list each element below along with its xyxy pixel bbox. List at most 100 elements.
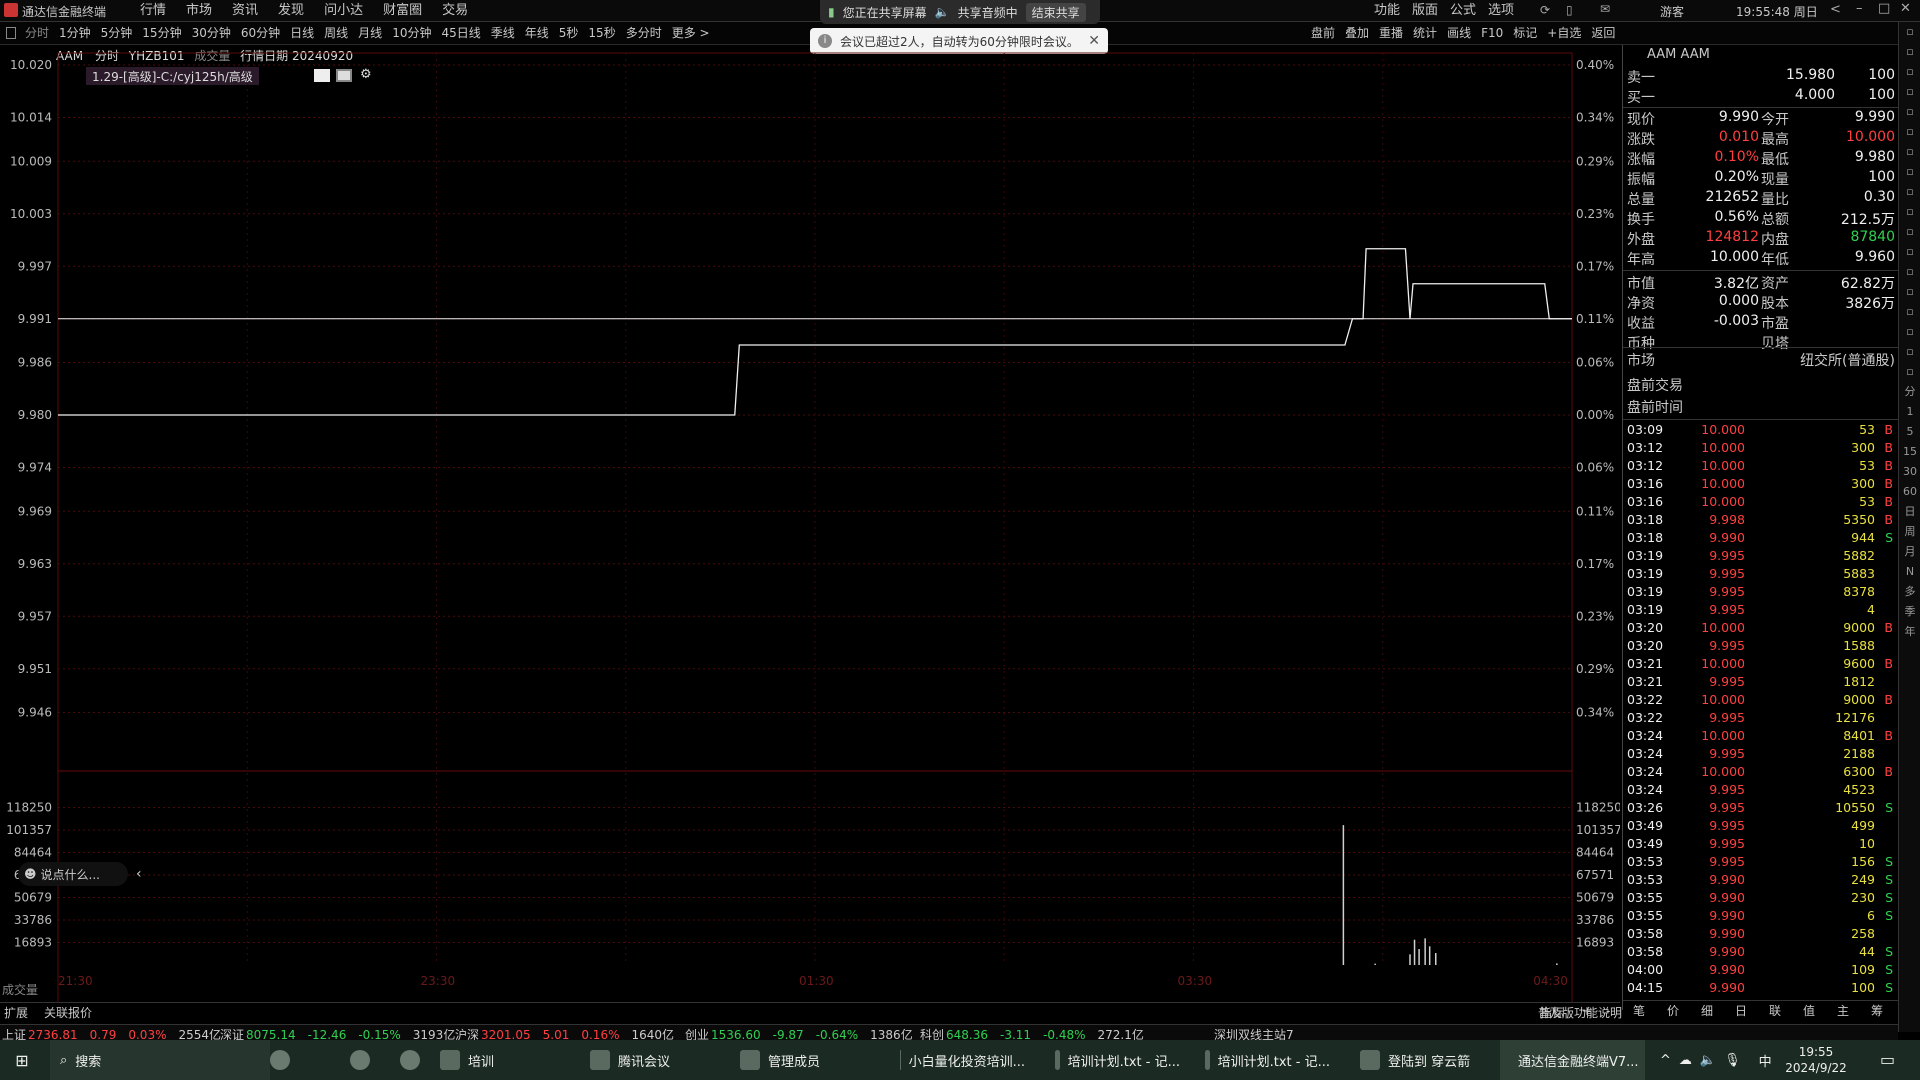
taskbar-app[interactable]: 培训: [430, 1040, 575, 1080]
back-arrow-icon[interactable]: <: [1830, 2, 1841, 17]
taskbar-app[interactable]: 培训计划.txt - 记...: [1045, 1040, 1190, 1080]
right-tab[interactable]: 日: [1735, 1002, 1747, 1019]
sidebar-tool-icon[interactable]: ▫: [1899, 102, 1920, 122]
right-tab[interactable]: 主: [1837, 1002, 1849, 1019]
tool-button[interactable]: 统计: [1408, 22, 1442, 45]
sidebar-period[interactable]: 5: [1899, 422, 1920, 442]
sidebar-tool-icon[interactable]: ▫: [1899, 42, 1920, 62]
period-tab[interactable]: 年线: [520, 22, 554, 45]
sidebar-period[interactable]: 15: [1899, 442, 1920, 462]
taskbar-app[interactable]: 通达信金融终端V7...: [1500, 1040, 1645, 1080]
minimize-icon[interactable]: –: [1856, 1, 1863, 16]
ime-indicator[interactable]: 中: [1759, 1051, 1772, 1070]
maximize-icon[interactable]: □: [1878, 1, 1890, 16]
sidebar-tool-icon[interactable]: ▫: [1899, 62, 1920, 82]
sidebar-tool-icon[interactable]: ▫: [1899, 242, 1920, 262]
taskbar-app[interactable]: 登陆到 穿云箭: [1350, 1040, 1495, 1080]
period-tab[interactable]: 45日线: [436, 22, 485, 45]
tab-related-quotes[interactable]: 关联报价: [44, 1004, 92, 1021]
tool-button[interactable]: F10: [1476, 22, 1508, 45]
mic-icon[interactable]: 🎙: [1724, 1053, 1741, 1068]
menu-layout[interactable]: 版面: [1406, 0, 1444, 22]
pinned-app-icon[interactable]: [400, 1050, 420, 1070]
phone-icon[interactable]: ▯: [1566, 3, 1573, 17]
sidebar-period[interactable]: 1: [1899, 402, 1920, 422]
period-tab[interactable]: 日线: [285, 22, 319, 45]
sidebar-period[interactable]: 分: [1899, 382, 1920, 402]
sidebar-tool-icon[interactable]: ▫: [1899, 342, 1920, 362]
period-tab[interactable]: 多分时: [621, 22, 667, 45]
pinned-app-icon[interactable]: [270, 1050, 290, 1070]
period-tab[interactable]: 15秒: [583, 22, 620, 45]
taskbar-clock[interactable]: 19:55 2024/9/22: [1776, 1044, 1856, 1076]
refresh-icon[interactable]: ⟳: [1540, 3, 1550, 17]
tab-extend[interactable]: 扩展: [4, 1004, 28, 1021]
menu-wealth[interactable]: 财富圈: [373, 0, 432, 22]
sidebar-period[interactable]: 日: [1899, 502, 1920, 522]
sidebar-period[interactable]: 周: [1899, 522, 1920, 542]
period-tab[interactable]: 1分钟: [54, 22, 96, 45]
comment-box[interactable]: ☻ 说点什么...: [18, 862, 128, 886]
right-tab[interactable]: 细: [1701, 1002, 1713, 1019]
sidebar-tool-icon[interactable]: ▫: [1899, 222, 1920, 242]
notification-icon[interactable]: ▭: [1880, 1050, 1895, 1069]
end-share-button[interactable]: 结束共享: [1025, 2, 1086, 22]
user-label[interactable]: 游客: [1660, 3, 1684, 20]
menu-formula[interactable]: 公式: [1444, 0, 1482, 22]
menu-news[interactable]: 资讯: [222, 0, 268, 22]
sidebar-tool-icon[interactable]: ▫: [1899, 142, 1920, 162]
tool-button[interactable]: 标记: [1508, 22, 1542, 45]
period-tab[interactable]: 月线: [353, 22, 387, 45]
taskbar-app[interactable]: 管理成员: [730, 1040, 875, 1080]
share-audio-status[interactable]: 共享音频中: [958, 4, 1018, 21]
right-tab[interactable]: 值: [1803, 1002, 1815, 1019]
period-tab[interactable]: 更多 >: [667, 22, 715, 45]
period-tab[interactable]: 周线: [319, 22, 353, 45]
close-icon[interactable]: ✕: [1900, 1, 1911, 16]
sidebar-period[interactable]: 季: [1899, 602, 1920, 622]
start-button[interactable]: ⊞: [0, 1040, 44, 1080]
menu-function[interactable]: 功能: [1368, 0, 1406, 22]
period-tab[interactable]: 60分钟: [236, 22, 285, 45]
right-tab[interactable]: 价: [1667, 1002, 1679, 1019]
sidebar-tool-icon[interactable]: ▫: [1899, 362, 1920, 382]
menu-quotes[interactable]: 行情: [130, 0, 176, 22]
tool-button[interactable]: 返回: [1586, 22, 1620, 45]
right-tab[interactable]: 笔: [1633, 1002, 1645, 1019]
sidebar-period[interactable]: 多: [1899, 582, 1920, 602]
sidebar-tool-icon[interactable]: ▫: [1899, 322, 1920, 342]
sidebar-tool-icon[interactable]: ▫: [1899, 202, 1920, 222]
menu-options[interactable]: 选项: [1482, 0, 1520, 22]
period-tab[interactable]: 30分钟: [187, 22, 236, 45]
sidebar-tool-icon[interactable]: ▫: [1899, 162, 1920, 182]
tool-button[interactable]: 盘前: [1306, 22, 1340, 45]
menu-trade[interactable]: 交易: [432, 0, 478, 22]
mail-icon[interactable]: ✉: [1600, 2, 1610, 16]
tray-cloud-icon[interactable]: ☁: [1679, 1053, 1692, 1068]
panel-toggle-icon[interactable]: [6, 27, 16, 39]
tray-chevron-icon[interactable]: ^: [1660, 1053, 1671, 1068]
period-tab[interactable]: 季线: [486, 22, 520, 45]
sidebar-tool-icon[interactable]: ▫: [1899, 262, 1920, 282]
sidebar-tool-icon[interactable]: ▫: [1899, 122, 1920, 142]
sidebar-period[interactable]: 60: [1899, 482, 1920, 502]
period-tab[interactable]: 15分钟: [137, 22, 186, 45]
tool-button[interactable]: +自选: [1542, 22, 1586, 45]
intraday-chart[interactable]: 10.020 0.40% 10.014 0.34% 10.009 0.29% 10.003 0…: [0, 45, 1620, 1007]
menu-discover[interactable]: 发现: [268, 0, 314, 22]
sidebar-period[interactable]: 月: [1899, 542, 1920, 562]
sidebar-tool-icon[interactable]: ▫: [1899, 82, 1920, 102]
sidebar-tool-icon[interactable]: ▫: [1899, 22, 1920, 42]
pinned-app-icon[interactable]: [350, 1050, 370, 1070]
tool-button[interactable]: 叠加: [1340, 22, 1374, 45]
help-link[interactable]: 普及版功能说明: [1538, 1004, 1622, 1021]
period-tab[interactable]: 5分钟: [96, 22, 138, 45]
collapse-icon[interactable]: ‹: [136, 866, 142, 882]
taskbar-app[interactable]: 腾讯会议: [580, 1040, 725, 1080]
sidebar-period[interactable]: N: [1899, 562, 1920, 582]
period-tab[interactable]: 5秒: [554, 22, 584, 45]
taskbar-search[interactable]: ⌕ 搜索: [50, 1040, 270, 1080]
right-tab[interactable]: 筹: [1871, 1002, 1883, 1019]
menu-assistant[interactable]: 问小达: [314, 0, 373, 22]
period-tab[interactable]: 分时: [20, 22, 54, 45]
